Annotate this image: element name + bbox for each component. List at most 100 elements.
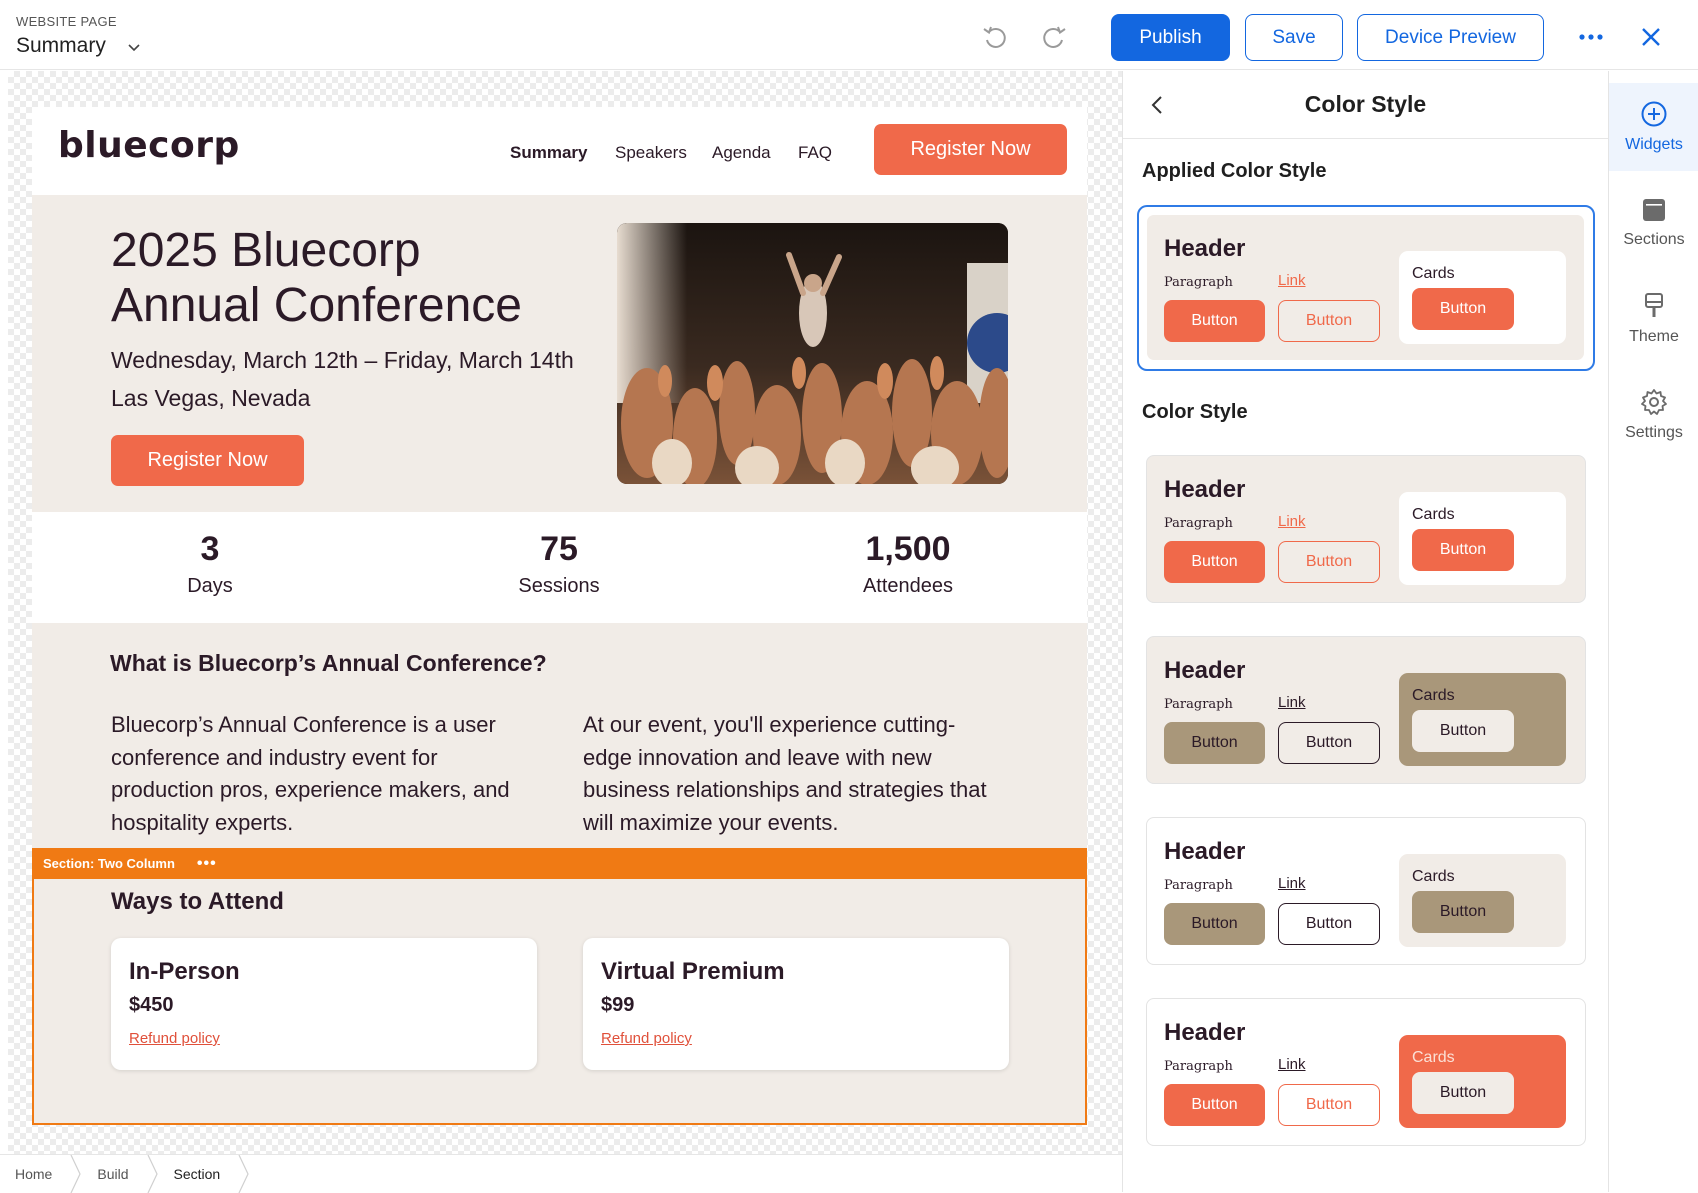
rail-sections-label: Sections [1623, 231, 1685, 248]
undo-icon[interactable] [980, 22, 1010, 52]
chevron-down-icon [128, 44, 140, 52]
ticket-name: In-Person [129, 958, 240, 985]
preview-card-button: Button [1412, 288, 1514, 330]
stat-attendees-value: 1,500 [865, 530, 951, 568]
preview-card: Cards Button [1399, 251, 1566, 344]
plus-circle-icon [1641, 101, 1667, 127]
preview-header: Header [1164, 1019, 1246, 1046]
hero-crowd-image[interactable] [617, 223, 1008, 484]
nav-agenda[interactable]: Agenda [712, 143, 771, 163]
publish-button[interactable]: Publish [1111, 14, 1230, 61]
refund-policy-link[interactable]: Refund policy [129, 1030, 220, 1047]
redo-icon[interactable] [1039, 22, 1069, 52]
nav-speakers[interactable]: Speakers [615, 143, 687, 163]
preview-card: Cards Button [1399, 1035, 1566, 1128]
rail-theme[interactable]: Theme [1609, 275, 1698, 363]
hero-register-button[interactable]: Register Now [111, 435, 304, 486]
breadcrumb-separator-icon [238, 1154, 249, 1193]
stats-section[interactable]: 3 Days 75 Sessions 1,500 Attendees [32, 512, 1087, 623]
rail-settings[interactable]: Settings [1609, 371, 1698, 459]
paint-brush-icon [1645, 293, 1663, 317]
nav-summary[interactable]: Summary [510, 143, 587, 163]
hero-title: 2025 Bluecorp Annual Conference [111, 223, 611, 333]
preview-secondary-button: Button [1278, 903, 1380, 945]
rail-sections[interactable]: Sections [1609, 179, 1698, 267]
site-logo: bluecorp [58, 125, 240, 166]
about-section[interactable]: What is Bluecorp’s Annual Conference? Bl… [32, 623, 1087, 848]
ticket-card-in-person[interactable]: In-Person $450 Refund policy [111, 938, 537, 1070]
preview-primary-button: Button [1164, 722, 1265, 764]
preview-primary-button: Button [1164, 1084, 1265, 1126]
applied-color-style-heading: Applied Color Style [1142, 160, 1327, 182]
preview-header: Header [1164, 235, 1246, 262]
about-column-2: At our event, you'll experience cutting-… [583, 712, 987, 835]
more-options-icon[interactable] [1576, 22, 1606, 52]
section-more-icon[interactable]: ••• [197, 855, 217, 873]
breadcrumb-home[interactable]: Home [0, 1155, 70, 1193]
color-style-option-1[interactable]: Header Paragraph Link Button Button Card… [1146, 455, 1586, 603]
preview-header: Header [1164, 476, 1246, 503]
preview-link: Link [1278, 875, 1306, 892]
preview-card-button: Button [1412, 710, 1514, 752]
ticket-price: $450 [129, 994, 174, 1016]
color-style-option-2[interactable]: Header Paragraph Link Button Button Card… [1146, 636, 1586, 784]
preview-card-label: Cards [1412, 687, 1455, 704]
preview-card-button: Button [1412, 1072, 1514, 1114]
selected-section-two-column[interactable]: Section: Two Column ••• Ways to Attend I… [32, 848, 1087, 1125]
applied-color-style-card[interactable]: Header Paragraph Link Button Button Card… [1137, 205, 1595, 371]
page-selector[interactable]: Summary [16, 34, 140, 58]
nav-faq[interactable]: FAQ [798, 143, 832, 163]
device-preview-button[interactable]: Device Preview [1357, 14, 1544, 61]
color-style-option-4[interactable]: Header Paragraph Link Button Button Card… [1146, 998, 1586, 1146]
panel-title: Color Style [1304, 91, 1427, 117]
preview-card-label: Cards [1412, 265, 1455, 282]
right-rail: Widgets Sections Theme Settings [1608, 71, 1698, 1192]
preview-primary-button: Button [1164, 903, 1265, 945]
section-label: Section: Two Column [43, 856, 175, 871]
stat-days: 3 Days [110, 530, 310, 598]
color-style-panel: Color Style Applied Color Style Header P… [1122, 71, 1608, 1192]
ticket-price: $99 [601, 994, 635, 1016]
preview-link: Link [1278, 513, 1306, 530]
refund-policy-link[interactable]: Refund policy [601, 1030, 692, 1047]
stat-attendees-label: Attendees [862, 575, 954, 597]
preview-paragraph: Paragraph [1164, 878, 1233, 893]
page-selector-value: Summary [16, 34, 106, 57]
event-location: Las Vegas, Nevada [111, 385, 311, 411]
header-register-button[interactable]: Register Now [874, 124, 1067, 175]
preview-secondary-button: Button [1278, 300, 1380, 342]
rail-settings-label: Settings [1625, 424, 1683, 441]
rail-widgets[interactable]: Widgets [1609, 83, 1698, 171]
close-icon[interactable] [1636, 22, 1666, 52]
preview-card-label: Cards [1412, 868, 1455, 885]
top-bar: WEBSITE PAGE Summary Publish Save Device… [0, 0, 1698, 70]
ticket-card-virtual-premium[interactable]: Virtual Premium $99 Refund policy [583, 938, 1009, 1070]
hero-section[interactable]: 2025 Bluecorp Annual Conference Wednesda… [32, 195, 1087, 512]
preview-header: Header [1164, 838, 1246, 865]
rail-widgets-label: Widgets [1625, 136, 1683, 153]
color-style-preview: Header Paragraph Link Button Button Card… [1147, 215, 1584, 360]
save-button[interactable]: Save [1245, 14, 1343, 61]
stat-sessions-label: Sessions [518, 575, 600, 597]
preview-secondary-button: Button [1278, 1084, 1380, 1126]
stat-days-value: 3 [200, 530, 220, 568]
preview-paragraph: Paragraph [1164, 275, 1233, 290]
gear-icon [1641, 389, 1667, 415]
section-label-bar: Section: Two Column ••• [32, 848, 1087, 879]
preview-primary-button: Button [1164, 300, 1265, 342]
about-heading: What is Bluecorp’s Annual Conference? [110, 650, 547, 676]
color-style-option-3[interactable]: Header Paragraph Link Button Button Card… [1146, 817, 1586, 965]
preview-paragraph: Paragraph [1164, 1059, 1233, 1074]
ways-heading: Ways to Attend [111, 888, 284, 915]
stat-sessions-value: 75 [540, 530, 578, 568]
panel-header: Color Style [1123, 71, 1608, 139]
preview-primary-button: Button [1164, 541, 1265, 583]
preview-card: Cards Button [1399, 673, 1566, 766]
breadcrumb-build[interactable]: Build [82, 1155, 146, 1193]
breadcrumb-section[interactable]: Section [159, 1155, 239, 1193]
site-header[interactable]: bluecorp Summary Speakers Agenda FAQ Reg… [32, 107, 1087, 195]
preview-card: Cards Button [1399, 854, 1566, 947]
editor-canvas: bluecorp Summary Speakers Agenda FAQ Reg… [8, 71, 1122, 1154]
preview-card-button: Button [1412, 891, 1514, 933]
preview-card-label: Cards [1412, 1049, 1455, 1066]
